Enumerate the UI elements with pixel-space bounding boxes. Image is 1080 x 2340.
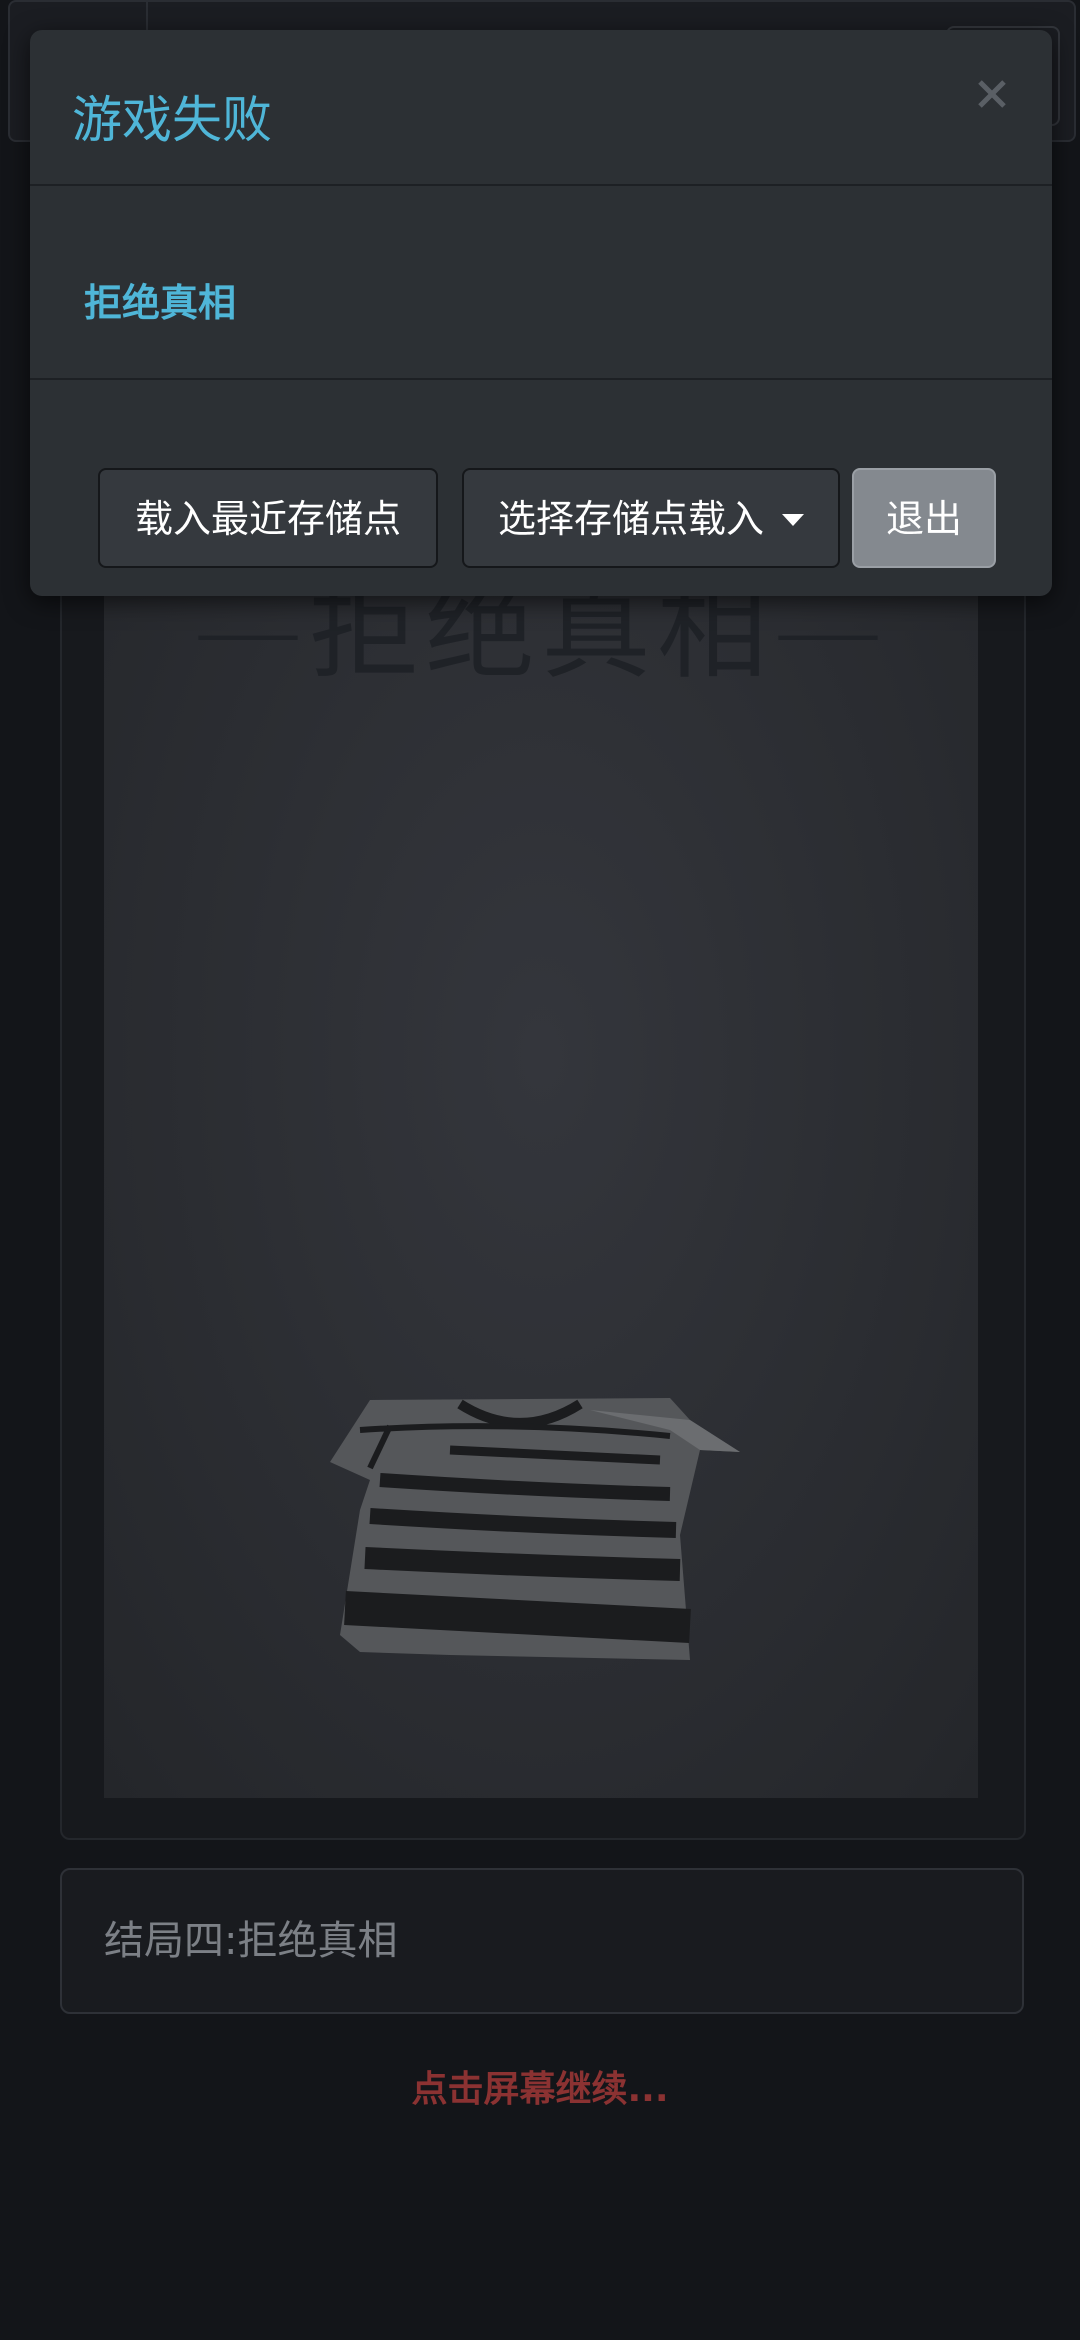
exit-label: 退出 (885, 497, 962, 541)
striped-shirt-illustration (330, 1398, 740, 1660)
modal-body: 拒绝真相 (30, 186, 1052, 380)
game-screen[interactable]: —拒绝真相— 结局四:拒绝真相 点击屏幕继续... 游戏失败 拒绝真相 载入最近… (0, 0, 1080, 2340)
select-save-dropdown-button[interactable]: 选择存储点载入 (462, 468, 840, 568)
load-latest-save-button[interactable]: 载入最近存储点 (98, 468, 438, 568)
caption-box: 结局四:拒绝真相 (60, 1868, 1024, 2014)
modal-title: 游戏失败 (72, 91, 272, 149)
game-over-modal: 游戏失败 拒绝真相 载入最近存储点 选择存储点载入 退出 (30, 30, 1052, 596)
load-latest-save-label: 载入最近存储点 (134, 497, 401, 541)
caption-text: 结局四:拒绝真相 (104, 1918, 398, 1964)
continue-hint[interactable]: 点击屏幕继续... (0, 2060, 1080, 2112)
close-icon[interactable] (968, 70, 1016, 118)
modal-body-text: 拒绝真相 (84, 281, 237, 325)
caret-down-icon (782, 513, 804, 526)
modal-footer: 载入最近存储点 选择存储点载入 退出 (30, 380, 1052, 596)
select-save-label: 选择存储点载入 (497, 497, 764, 541)
modal-header: 游戏失败 (30, 30, 1052, 186)
scene-image[interactable]: —拒绝真相— (104, 560, 978, 1798)
close-icon-glyph (978, 80, 1006, 108)
exit-button[interactable]: 退出 (852, 468, 996, 568)
